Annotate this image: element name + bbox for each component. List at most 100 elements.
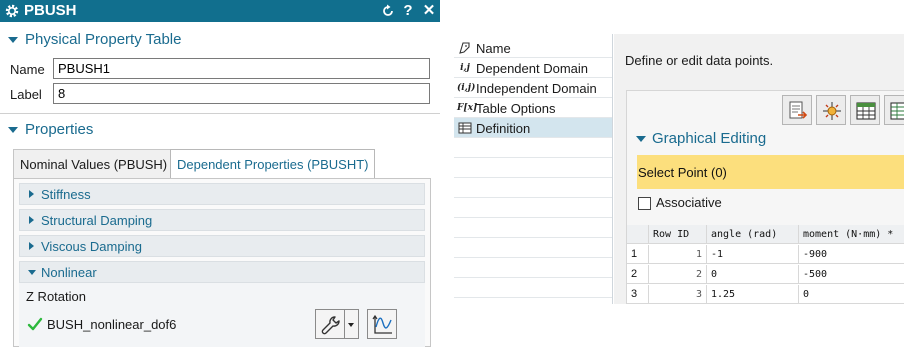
- reset-button[interactable]: [380, 2, 396, 20]
- function-dropdown-button[interactable]: [345, 309, 359, 339]
- table-view-button[interactable]: [850, 95, 880, 125]
- navigation-list: Name i,j Dependent Domain (i,j) Independ…: [454, 34, 613, 304]
- z-rotation-label: Z Rotation: [26, 289, 86, 304]
- import-points-button[interactable]: [782, 95, 812, 125]
- table-row[interactable]: 1 1 -1 -900: [627, 245, 904, 264]
- section-heading: Graphical Editing: [652, 130, 767, 147]
- section-graphical-editing[interactable]: Graphical Editing: [627, 127, 904, 151]
- tab-panel-dependent-properties: Stiffness Structural Damping Viscous Dam…: [13, 178, 431, 347]
- definition-icon: [458, 122, 472, 134]
- nav-item-definition[interactable]: Definition: [454, 118, 612, 138]
- row-id-cell[interactable]: 3: [649, 285, 707, 304]
- function-manager-button[interactable]: [315, 309, 345, 339]
- group-structural-damping[interactable]: Structural Damping: [19, 209, 425, 231]
- nav-empty-row: [454, 138, 612, 158]
- dialog-title: PBUSH: [24, 2, 77, 19]
- plot-function-button[interactable]: [367, 309, 397, 339]
- label-label: Label: [10, 87, 42, 102]
- grid-header-angle[interactable]: angle (rad): [707, 225, 799, 244]
- divider: [0, 113, 440, 114]
- edit-points-icon: [823, 102, 841, 120]
- function-name: BUSH_nonlinear_dof6: [47, 317, 177, 332]
- edit-points-button[interactable]: [816, 95, 846, 125]
- row-id-cell[interactable]: 1: [649, 245, 707, 264]
- nav-empty-row: [454, 258, 612, 278]
- moment-cell[interactable]: 0: [799, 285, 904, 304]
- collapse-arrow-icon: [28, 270, 36, 275]
- name-label: Name: [10, 62, 45, 77]
- nav-empty-row: [454, 178, 612, 198]
- section-heading: Physical Property Table: [25, 31, 182, 48]
- table-view-icon: [856, 102, 876, 120]
- collapse-arrow-icon: [636, 136, 646, 142]
- section-physical-property-table[interactable]: Physical Property Table: [0, 28, 440, 52]
- independent-domain-icon: (i,j): [457, 83, 476, 93]
- group-label: Viscous Damping: [41, 239, 142, 254]
- expand-arrow-icon: [29, 216, 34, 224]
- section-heading: Properties: [25, 121, 94, 138]
- angle-cell[interactable]: 0: [707, 265, 799, 284]
- nav-item-label: Independent Domain: [476, 81, 597, 96]
- reset-icon: [383, 4, 393, 16]
- nav-item-label: Dependent Domain: [476, 61, 589, 76]
- dialog-titlebar: PBUSH ? ✕: [0, 0, 440, 22]
- grid-header-row: Row ID angle (rad) moment (N·mm) *: [627, 225, 904, 244]
- name-field[interactable]: [53, 58, 430, 79]
- close-button[interactable]: ✕: [421, 2, 437, 20]
- moment-cell[interactable]: -900: [799, 245, 904, 264]
- row-number: 1: [627, 245, 649, 264]
- table-options-icon: F[x]: [457, 103, 478, 113]
- moment-cell[interactable]: -500: [799, 265, 904, 284]
- expand-arrow-icon: [29, 190, 34, 198]
- nonlinear-body: Z Rotation BUSH_nonlinear_dof6: [19, 283, 425, 347]
- chevron-down-icon: [348, 323, 354, 327]
- angle-cell[interactable]: -1: [707, 245, 799, 264]
- nav-item-dependent-domain[interactable]: i,j Dependent Domain: [454, 58, 612, 78]
- table-row[interactable]: 3 3 1.25 0: [627, 285, 904, 304]
- select-point-field[interactable]: Select Point (0): [637, 155, 904, 189]
- definition-pane: Define or edit data points. Graphical Ed…: [614, 34, 904, 304]
- nav-empty-row: [454, 278, 612, 298]
- group-nonlinear[interactable]: Nonlinear: [19, 261, 425, 283]
- group-label: Structural Damping: [41, 213, 153, 228]
- nav-item-table-options[interactable]: F[x] Table Options: [454, 98, 612, 118]
- field-definition-dialog: Name i,j Dependent Domain (i,j) Independ…: [454, 34, 904, 304]
- gear-icon: [5, 4, 19, 18]
- label-field[interactable]: [53, 83, 430, 104]
- grid-header-corner: [627, 225, 649, 244]
- tab-dependent-properties[interactable]: Dependent Properties (PBUSHT): [170, 149, 376, 179]
- row-number: 2: [627, 265, 649, 284]
- plot-curve-icon: [372, 314, 392, 334]
- nav-empty-row: [454, 198, 612, 218]
- definition-content: Graphical Editing Select Point (0) Assoc…: [626, 90, 904, 304]
- row-number: 3: [627, 285, 649, 304]
- collapse-arrow-icon: [8, 127, 18, 133]
- tab-nominal-values[interactable]: Nominal Values (PBUSH): [13, 149, 175, 178]
- associative-checkbox[interactable]: [638, 197, 651, 210]
- spreadsheet-button[interactable]: [884, 95, 904, 125]
- dependent-domain-icon: i,j: [460, 63, 470, 73]
- grid-header-row-id[interactable]: Row ID: [649, 225, 707, 244]
- grid-header-moment[interactable]: moment (N·mm) *: [799, 225, 904, 244]
- nav-item-name[interactable]: Name: [454, 38, 612, 58]
- group-stiffness[interactable]: Stiffness: [19, 183, 425, 205]
- group-label: Nonlinear: [41, 265, 97, 280]
- wrench-icon: [321, 316, 340, 335]
- nav-item-independent-domain[interactable]: (i,j) Independent Domain: [454, 78, 612, 98]
- data-point-grid: Row ID angle (rad) moment (N·mm) * 1 1 -…: [627, 225, 904, 304]
- name-icon: [459, 42, 470, 54]
- section-properties[interactable]: Properties: [0, 118, 440, 142]
- row-id-cell[interactable]: 2: [649, 265, 707, 284]
- instruction-text: Define or edit data points.: [625, 53, 774, 68]
- table-row[interactable]: 2 2 0 -500: [627, 265, 904, 284]
- angle-cell[interactable]: 1.25: [707, 285, 799, 304]
- expand-arrow-icon: [29, 242, 34, 250]
- help-button[interactable]: ?: [400, 2, 416, 20]
- associative-label: Associative: [656, 195, 722, 210]
- group-label: Stiffness: [41, 187, 91, 202]
- import-points-icon: [789, 101, 808, 119]
- nav-item-label: Table Options: [476, 101, 556, 116]
- group-viscous-damping[interactable]: Viscous Damping: [19, 235, 425, 257]
- pbush-dialog: PBUSH ? ✕ Physical Property Table Name L…: [0, 0, 440, 347]
- spreadsheet-icon: [890, 102, 904, 120]
